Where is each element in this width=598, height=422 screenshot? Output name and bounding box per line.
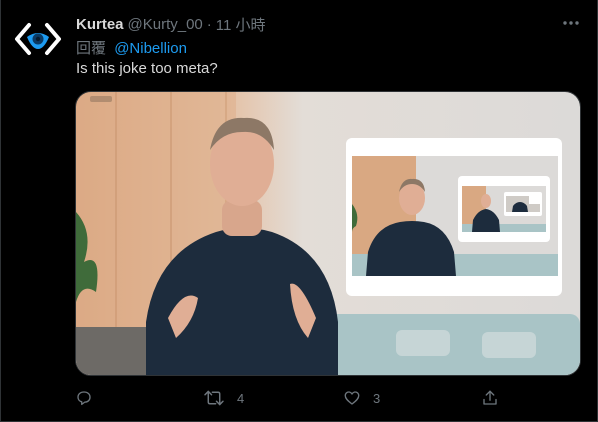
reply-context: 回覆 @Nibellion (76, 37, 187, 58)
reply-prefix: 回覆 (76, 40, 107, 57)
more-options-button[interactable] (557, 12, 585, 34)
heart-icon (344, 391, 360, 405)
tweet-timestamp[interactable]: 11 小時 (216, 14, 266, 35)
avatar[interactable] (13, 17, 63, 61)
share-button[interactable] (481, 384, 499, 412)
author-name[interactable]: Kurtea (76, 16, 124, 33)
header-separator: · (206, 15, 212, 33)
reply-button[interactable] (75, 384, 93, 412)
tweet-header: Kurtea @Kurty_00 · 11 小時 (76, 14, 266, 34)
author-handle[interactable]: @Kurty_00 (128, 16, 203, 33)
tweet-media-image[interactable] (75, 91, 581, 376)
more-dots-icon (563, 21, 579, 25)
tweet-card[interactable]: Kurtea @Kurty_00 · 11 小時 回覆 @Nibellion I… (0, 0, 598, 422)
share-icon (483, 390, 497, 405)
tweet-actions: 4 3 (75, 384, 515, 412)
retweet-count: 4 (237, 390, 245, 406)
tweet-text: Is this joke too meta? (76, 60, 218, 77)
like-count: 3 (373, 390, 381, 406)
reply-icon (77, 391, 91, 406)
retweet-icon (204, 390, 224, 406)
retweet-button[interactable]: 4 (203, 384, 244, 412)
recursive-video-frame-image (76, 92, 580, 375)
like-button[interactable]: 3 (343, 384, 380, 412)
reply-mention-link[interactable]: @Nibellion (114, 40, 187, 57)
